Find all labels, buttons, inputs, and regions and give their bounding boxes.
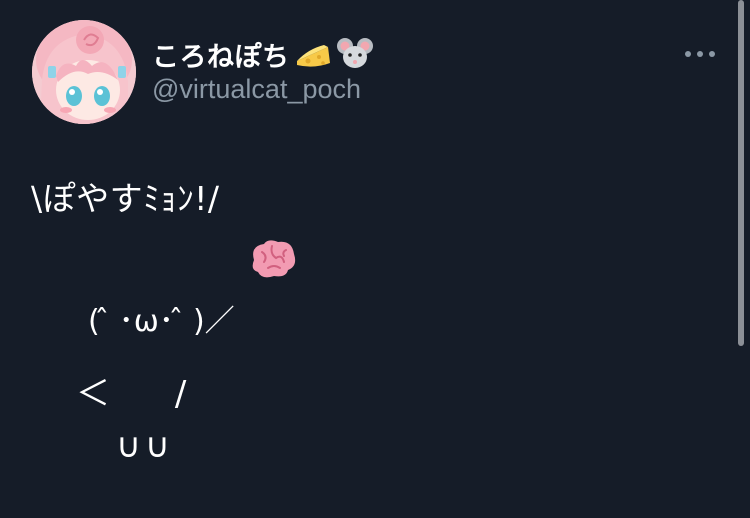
display-name-row[interactable]: ころねぽち — [152, 34, 374, 74]
ascii-art-line-2: ＜ / — [76, 374, 187, 414]
tweet-text: \ぽやすﾐｮﾝ!/ — [31, 179, 220, 218]
tweet-card: ころねぽち @virtualcat_poch \ぽやすﾐｮﾝ!/ (̂ ･ω･… — [0, 0, 750, 518]
cheese-emoji — [294, 37, 332, 71]
avatar-illustration — [32, 20, 136, 124]
brain-emoji — [248, 236, 298, 282]
avatar[interactable] — [32, 20, 136, 124]
ascii-art-line-3: ∪∪ — [116, 426, 174, 466]
more-horizontal-icon — [685, 51, 715, 57]
mouse-emoji — [336, 37, 374, 71]
ascii-art-line-1: ( ̂ ･ω･ ̂ )／ — [88, 304, 235, 339]
user-handle[interactable]: @virtualcat_poch — [152, 74, 361, 105]
scrollbar[interactable] — [738, 0, 744, 346]
display-name[interactable]: ころねぽち — [152, 35, 290, 74]
more-options-button[interactable] — [680, 42, 720, 66]
